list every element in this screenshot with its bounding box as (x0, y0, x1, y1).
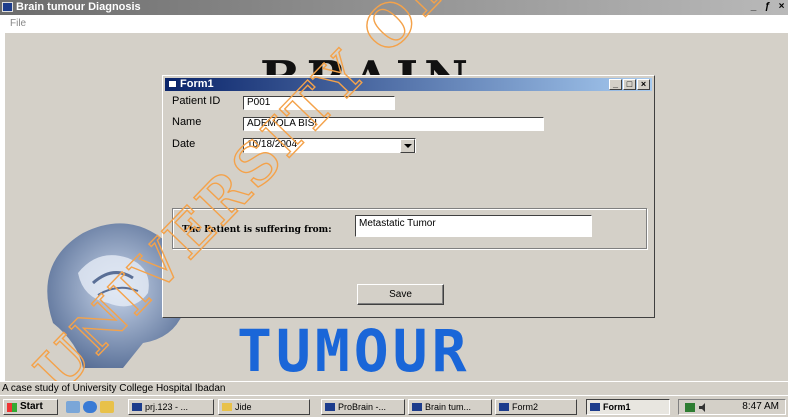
name-field[interactable]: ADEMOLA BISI (243, 117, 544, 131)
taskbar: Start prj.123 - ... Jide ProBrain -... B… (0, 395, 788, 417)
form1-close-button[interactable]: × (637, 79, 650, 90)
taskbar-item-probrain[interactable]: ProBrain -... (321, 399, 405, 415)
save-button[interactable]: Save (357, 284, 444, 305)
form1-title-bar: Form1 _ □ × (165, 78, 652, 91)
tumour-title-graphic: TUMOUR (237, 317, 471, 381)
name-label: Name (172, 116, 202, 128)
date-label: Date (172, 138, 196, 150)
form1-minimize-button[interactable]: _ (609, 79, 622, 90)
main-window-controls: _ ƒ × (747, 1, 788, 13)
window-icon (590, 403, 600, 411)
window-icon (412, 403, 422, 411)
main-title-bar: Brain tumour Diagnosis _ ƒ × (0, 0, 788, 15)
start-label: Start (20, 401, 43, 412)
windows-logo-icon (7, 403, 17, 412)
diagnosis-result-field[interactable]: Metastatic Tumor (355, 215, 592, 237)
diagnosis-frame: The Patient is suffering from: Metastati… (172, 208, 647, 249)
form1-maximize-button[interactable]: □ (623, 79, 636, 90)
date-picker[interactable]: 10/18/2004 (243, 138, 416, 153)
menu-bar: File (0, 15, 788, 33)
form1-window: Form1 _ □ × Patient ID P001 Name ADEMOLA… (162, 75, 655, 318)
taskbar-item-form1[interactable]: Form1 (586, 399, 670, 415)
taskbar-item-form2[interactable]: Form2 (495, 399, 577, 415)
status-bar: A case study of University College Hospi… (0, 381, 788, 395)
network-icon[interactable] (685, 403, 695, 412)
start-button[interactable]: Start (3, 399, 58, 415)
chevron-down-icon[interactable] (400, 139, 415, 153)
browser-icon[interactable] (83, 401, 97, 413)
maximize-button[interactable]: ƒ (761, 1, 774, 13)
explorer-icon[interactable] (100, 401, 114, 413)
menu-file[interactable]: File (10, 18, 26, 29)
main-title-text: Brain tumour Diagnosis (16, 1, 141, 13)
form1-window-controls: _ □ × (609, 79, 650, 90)
clock: 8:47 AM (742, 401, 779, 412)
form1-icon (168, 80, 177, 88)
speaker-icon[interactable] (699, 403, 709, 412)
minimize-button[interactable]: _ (747, 1, 760, 13)
taskbar-item-prj[interactable]: prj.123 - ... (128, 399, 214, 415)
window-icon (499, 403, 509, 411)
desktop-icon[interactable] (66, 401, 80, 413)
patient-id-label: Patient ID (172, 95, 221, 107)
patient-id-field[interactable]: P001 (243, 96, 395, 110)
taskbar-item-brain-tumour[interactable]: Brain tum... (408, 399, 492, 415)
app-icon (2, 2, 13, 12)
suffering-label: The Patient is suffering from: (182, 225, 332, 235)
close-button[interactable]: × (775, 1, 788, 13)
taskbar-item-jide[interactable]: Jide (218, 399, 310, 415)
folder-icon (222, 403, 232, 411)
system-tray: 8:47 AM (678, 399, 786, 415)
form1-title: Form1 (180, 78, 214, 90)
window-icon (325, 403, 335, 411)
window-icon (132, 403, 142, 411)
